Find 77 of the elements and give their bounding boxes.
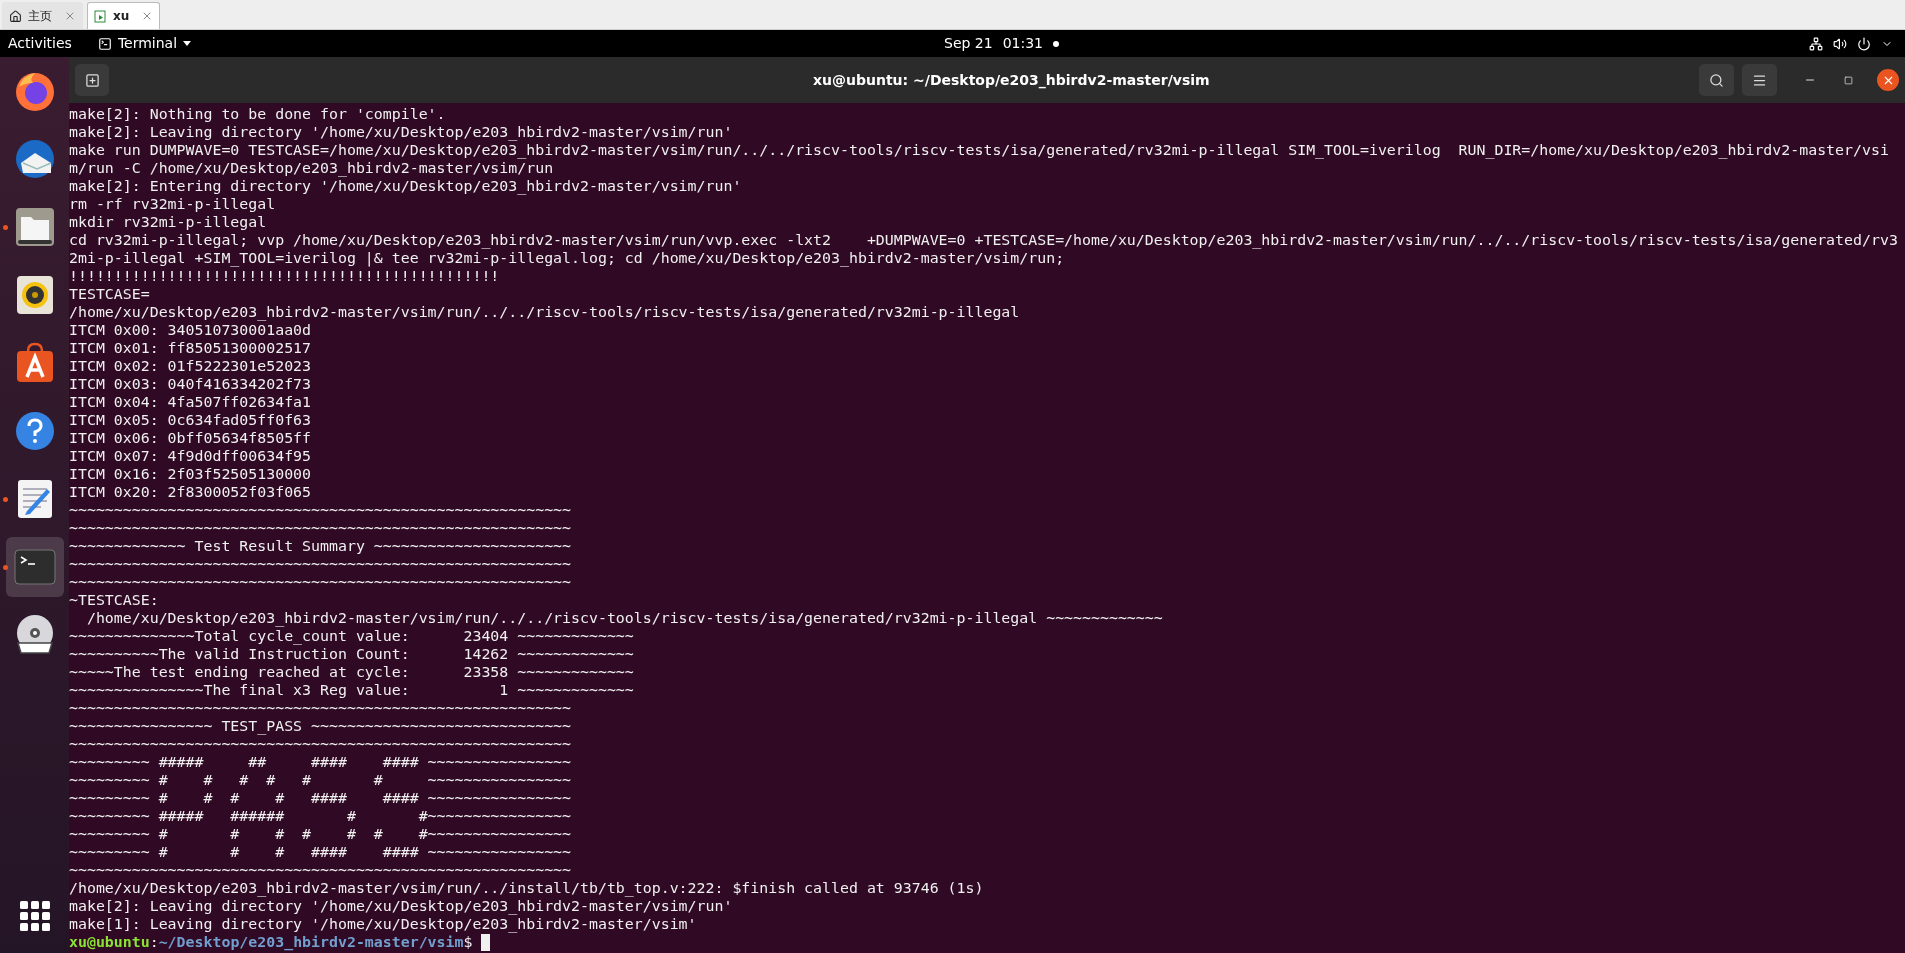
prompt-separator: :: [149, 933, 159, 951]
close-icon[interactable]: [64, 10, 76, 22]
terminal-line: ~~~~~~~~~~~~~ Test Result Summary ~~~~~~~~~~~~~~~~~~~~~~: [69, 537, 572, 555]
terminal-line: m/run -C /home/xu/Desktop/e203_hbirdv2-master/vsim/run: [69, 159, 554, 177]
terminal-line: ~~~~~~~~~ # # # #### #### ~~~~~~~~~~~~~~~~: [69, 843, 572, 861]
terminal-line: make run DUMPWAVE=0 TESTCASE=/home/xu/Desktop/e203_hbirdv2-master/vsim/run/../../riscv-tools/riscv-tests/isa/generated/rv32mi-p-illegal SIM_TOOL=iverilog RUN_DIR=/home/xu/Desktop/e203_hbirdv2-master/vsi: [69, 141, 1889, 159]
prompt-symbol: $: [463, 933, 473, 951]
terminal-line: !!!!!!!!!!!!!!!!!!!!!!!!!!!!!!!!!!!!!!!!!!!!!!!!: [69, 267, 500, 285]
terminal-line: ~~~~~~~~~~~~~~Total cycle_count value: 23404 ~~~~~~~~~~~~~: [69, 627, 634, 645]
volume-icon[interactable]: [1833, 36, 1847, 51]
terminal-line: ~~~~~~~~~~The valid Instruction Count: 14262 ~~~~~~~~~~~~~: [69, 645, 634, 663]
activities-button[interactable]: Activities: [8, 33, 72, 54]
terminal-line: ~~~~~~~~~ ##### ## #### #### ~~~~~~~~~~~~~~~~: [69, 753, 572, 771]
network-icon[interactable]: [1809, 36, 1823, 51]
home-icon: [9, 9, 22, 23]
terminal-line: make[1]: Leaving directory '/home/xu/Desktop/e203_hbirdv2-master/vsim': [69, 915, 697, 933]
terminal-line: ITCM 0x07: 4f9d0dff00634f95: [69, 447, 312, 465]
menu-icon: [1752, 72, 1767, 88]
terminal-line: ~~~~~~~~~~~~~~~~~~~~~~~~~~~~~~~~~~~~~~~~~~~~~~~~~~~~~~~~: [69, 861, 572, 879]
terminal-line: ITCM 0x16: 2f03f52505130000: [69, 465, 312, 483]
terminal-line: ~~~~~~~~~~~~~~~~~~~~~~~~~~~~~~~~~~~~~~~~~~~~~~~~~~~~~~~~: [69, 501, 572, 519]
terminal-line: ~TESTCASE:: [69, 591, 159, 609]
window-title: xu@ubuntu: ~/Desktop/e203_hbirdv2-master/vsim: [813, 70, 1210, 91]
plus-icon: [84, 72, 100, 88]
maximize-icon: [1843, 75, 1853, 85]
browser-tab[interactable]: 主页: [2, 2, 83, 29]
app-menu[interactable]: Terminal: [97, 33, 192, 54]
terminal-line: make[2]: Entering directory '/home/xu/Desktop/e203_hbirdv2-master/vsim/run': [69, 177, 742, 195]
terminal-line: /home/xu/Desktop/e203_hbirdv2-master/vsim/run/../../riscv-tools/riscv-tests/isa/generated/rv32mi-p-illegal ~~~~~~~~~~~~~: [85, 609, 1163, 627]
terminal-line: ~~~~~~~~~~~~~~~~~~~~~~~~~~~~~~~~~~~~~~~~~~~~~~~~~~~~~~~~: [69, 735, 572, 753]
terminal-line: TESTCASE=: [69, 285, 150, 303]
terminal-line: ~~~~~The test ending reached at cycle: 23358 ~~~~~~~~~~~~~: [69, 663, 634, 681]
terminal-line: make[2]: Nothing to be done for 'compile'.: [69, 105, 446, 123]
prompt-user: xu@ubuntu: [69, 933, 150, 951]
terminal-line: make[2]: Leaving directory '/home/xu/Desktop/e203_hbirdv2-master/vsim/run': [69, 123, 733, 141]
new-tab-button[interactable]: [75, 64, 109, 96]
terminal-line: ITCM 0x03: 040f416334202f73: [69, 375, 312, 393]
terminal-line: ~~~~~~~~~ # # # # # # #~~~~~~~~~~~~~~~~: [69, 825, 572, 843]
clock[interactable]: Sep 21 01:31: [944, 33, 1059, 54]
terminal-line: ITCM 0x02: 01f5222301e52023: [69, 357, 312, 375]
close-button[interactable]: [1877, 69, 1899, 91]
terminal-line: /home/xu/Desktop/e203_hbirdv2-master/vsim/run/../../riscv-tools/riscv-tests/isa/generated/rv32mi-p-illegal: [69, 303, 1020, 321]
power-icon[interactable]: [1857, 36, 1871, 51]
search-button[interactable]: [1699, 64, 1734, 96]
terminal-line: ~~~~~~~~~ ##### ###### # #~~~~~~~~~~~~~~~~: [69, 807, 572, 825]
menu-button[interactable]: [1742, 64, 1777, 96]
text-cursor: [481, 933, 491, 951]
tab-label: xu: [113, 8, 130, 25]
notification-dot-icon: [1053, 40, 1059, 47]
prompt-path: ~/Desktop/e203_hbirdv2-master/vsim: [158, 933, 464, 951]
terminal-icon: [97, 36, 112, 51]
tab-label: 主页: [28, 8, 52, 25]
terminal-line: ~~~~~~~~~~~~~~~~~~~~~~~~~~~~~~~~~~~~~~~~~~~~~~~~~~~~~~~~: [69, 573, 572, 591]
browser-tab[interactable]: xu: [87, 2, 161, 29]
caret-icon: [183, 41, 192, 46]
terminal-line: make[2]: Leaving directory '/home/xu/Desktop/e203_hbirdv2-master/vsim/run': [69, 897, 733, 915]
terminal-line: mkdir rv32mi-p-illegal: [69, 213, 267, 231]
page-icon: [94, 9, 107, 23]
terminal-line: ITCM 0x05: 0c634fad05ff0f63: [69, 411, 312, 429]
terminal-line: ~~~~~~~~~ # # # # # # ~~~~~~~~~~~~~~~~: [69, 771, 572, 789]
terminal-line: 2mi-p-illegal +SIM_TOOL=iverilog |& tee rv32mi-p-illegal.log; cd /home/xu/Desktop/e203_hbirdv2-master/vsim/run;: [69, 249, 1065, 267]
terminal-line: cd rv32mi-p-illegal; vvp /home/xu/Desktop/e203_hbirdv2-master/vsim/run/vvp.exec -lxt2 +DUMPWAVE=0 +TESTCASE=/home/xu/Desktop/e203_hbirdv2-master/vsim/run/../../riscv-tools/riscv-tests/isa/generated/rv3: [69, 231, 1898, 249]
terminal-line: ~~~~~~~~~ # # # # #### #### ~~~~~~~~~~~~~~~~: [69, 789, 572, 807]
terminal-line: ~~~~~~~~~~~~~~~~~~~~~~~~~~~~~~~~~~~~~~~~~~~~~~~~~~~~~~~~: [69, 555, 572, 573]
terminal-line: ITCM 0x01: ff85051300002517: [69, 339, 312, 357]
terminal-line: ~~~~~~~~~~~~~~~~ TEST_PASS ~~~~~~~~~~~~~~~~~~~~~~~~~~~~~: [69, 717, 572, 735]
terminal-line: ITCM 0x06: 0bff05634f8505ff: [69, 429, 312, 447]
terminal-line: ~~~~~~~~~~~~~~~The final x3 Reg value: 1 ~~~~~~~~~~~~~: [69, 681, 634, 699]
terminal-line: /home/xu/Desktop/e203_hbirdv2-master/vsim/run/../install/tb/tb_top.v:222: $finish called at 93746 (1s): [69, 879, 984, 897]
terminal-line: ~~~~~~~~~~~~~~~~~~~~~~~~~~~~~~~~~~~~~~~~~~~~~~~~~~~~~~~~: [69, 699, 572, 717]
search-icon: [1709, 72, 1724, 88]
terminal-line: ITCM 0x20: 2f8300052f03f065: [69, 483, 312, 501]
app-grid-icon[interactable]: [19, 901, 50, 931]
terminal-line: ~~~~~~~~~~~~~~~~~~~~~~~~~~~~~~~~~~~~~~~~~~~~~~~~~~~~~~~~: [69, 519, 572, 537]
terminal-line: rm -rf rv32mi-p-illegal: [69, 195, 276, 213]
terminal-line: ITCM 0x04: 4fa507ff02634fa1: [69, 393, 312, 411]
terminal-line: ITCM 0x00: 340510730001aa0d: [69, 321, 312, 339]
